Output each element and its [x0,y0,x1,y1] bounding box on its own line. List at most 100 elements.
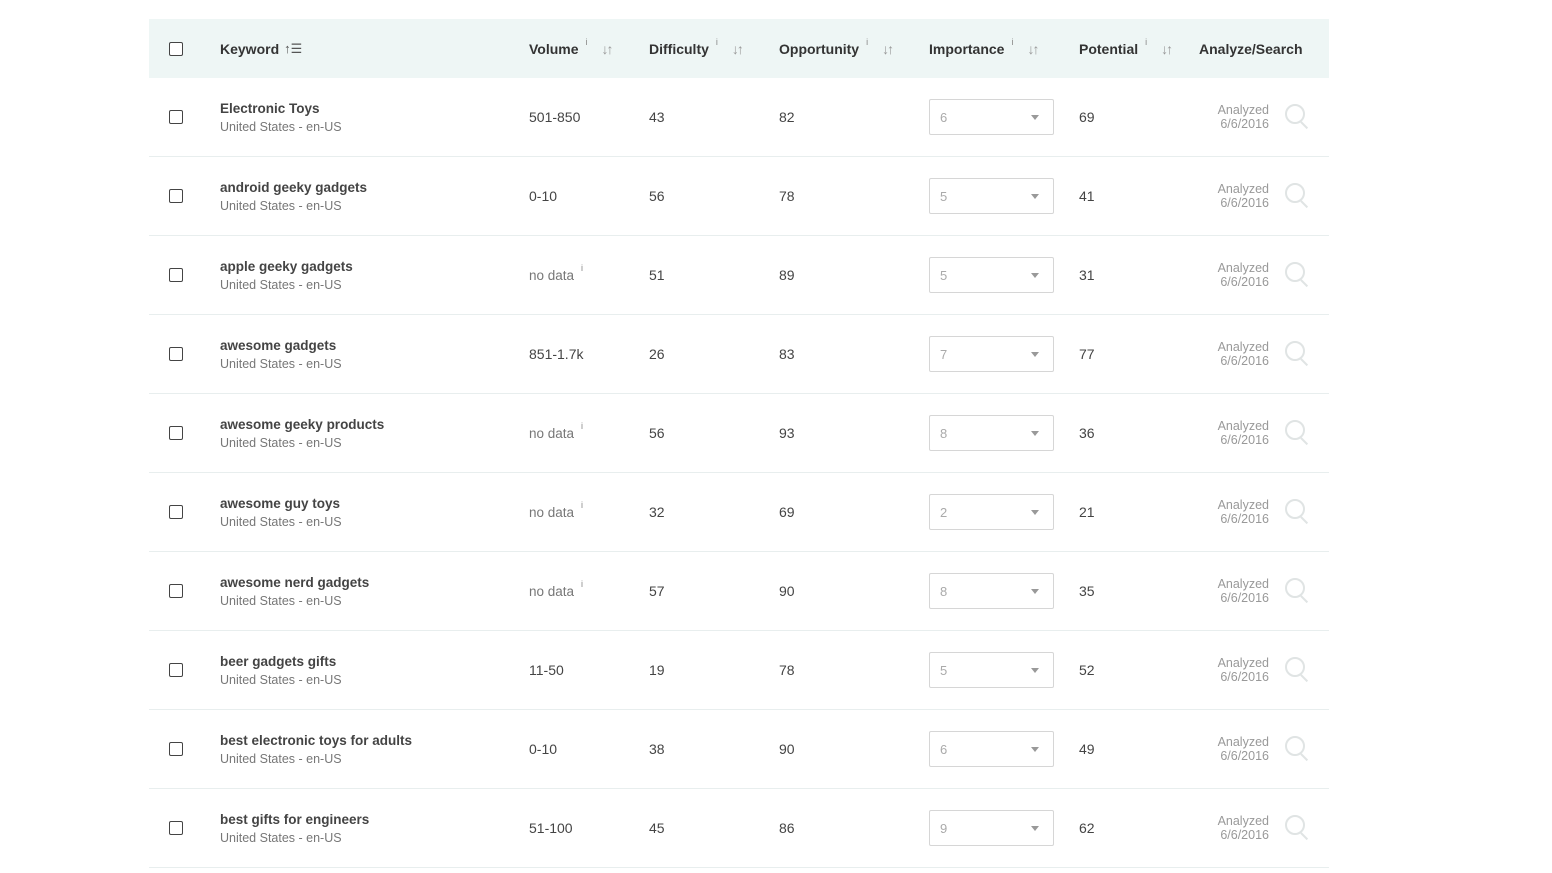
difficulty-cell: 56 [649,394,665,472]
potential-value: 52 [1079,662,1095,678]
analyzed-label: Analyzed [1217,577,1269,591]
header-difficulty[interactable]: Difficulty i ↓↑ [649,19,744,78]
search-icon[interactable] [1285,657,1311,683]
keyword-name[interactable]: awesome guy toys [220,496,342,511]
header-opportunity-label: Opportunity [779,40,860,57]
table-row: Electronic Toys United States - en-US 50… [149,78,1329,157]
info-icon[interactable]: i [581,421,583,431]
search-icon[interactable] [1285,341,1311,367]
row-checkbox[interactable] [169,663,183,677]
header-keyword[interactable]: Keyword ↑☰ [220,19,302,78]
volume-cell: no data i [529,552,583,630]
table-row: awesome nerd gadgets United States - en-… [149,552,1329,631]
header-potential[interactable]: Potential i ↓↑ [1079,19,1173,78]
row-checkbox[interactable] [169,347,183,361]
search-icon[interactable] [1285,262,1311,288]
header-difficulty-label: Difficulty [649,40,709,57]
sort-icon[interactable]: ↓↑ [1161,41,1173,57]
chevron-down-icon [1031,746,1039,752]
analyze-cell: Analyzed 6/6/2016 [1199,236,1329,314]
search-icon[interactable] [1285,104,1311,130]
search-icon[interactable] [1285,736,1311,762]
analyzed-date: 6/6/2016 [1220,512,1269,526]
keyword-name[interactable]: Electronic Toys [220,101,342,116]
row-checkbox[interactable] [169,268,183,282]
chevron-down-icon [1031,272,1039,278]
row-checkbox[interactable] [169,742,183,756]
importance-select[interactable]: 6 [929,99,1054,135]
importance-select[interactable]: 6 [929,731,1054,767]
volume-cell: 851-1.7k [529,315,583,393]
row-checkbox[interactable] [169,584,183,598]
importance-select[interactable]: 9 [929,810,1054,846]
keyword-name[interactable]: apple geeky gadgets [220,259,353,274]
row-checkbox[interactable] [169,189,183,203]
info-icon[interactable]: i [866,37,868,47]
header-importance[interactable]: Importance i ↓↑ [929,19,1039,78]
potential-value: 35 [1079,583,1095,599]
sort-icon[interactable]: ↓↑ [602,41,614,57]
importance-select[interactable]: 8 [929,415,1054,451]
importance-select[interactable]: 5 [929,652,1054,688]
keyword-cell: awesome gadgets United States - en-US [220,315,342,393]
chevron-down-icon [1031,509,1039,515]
select-all-checkbox[interactable] [169,41,183,56]
header-volume-label: Volume [529,40,579,57]
info-icon[interactable]: i [1145,37,1147,47]
info-icon[interactable]: i [581,263,583,273]
importance-value: 8 [940,425,948,441]
sort-ascending-icon[interactable]: ↑☰ [284,41,302,57]
row-checkbox[interactable] [169,821,183,835]
info-icon[interactable]: i [581,579,583,589]
search-icon[interactable] [1285,420,1311,446]
analyzed-status: Analyzed 6/6/2016 [1199,656,1269,684]
info-icon[interactable]: i [581,500,583,510]
sort-icon[interactable]: ↓↑ [882,41,894,57]
keyword-name[interactable]: awesome nerd gadgets [220,575,369,590]
sort-icon[interactable]: ↓↑ [732,41,744,57]
info-icon[interactable]: i [716,37,718,47]
keyword-name[interactable]: beer gadgets gifts [220,654,342,669]
search-icon[interactable] [1285,183,1311,209]
keyword-cell: Electronic Toys United States - en-US [220,78,342,156]
header-opportunity[interactable]: Opportunity i ↓↑ [779,19,894,78]
info-icon[interactable]: i [1011,37,1013,47]
header-volume[interactable]: Volume i ↓↑ [529,19,614,78]
importance-value: 6 [940,741,948,757]
importance-select[interactable]: 2 [929,494,1054,530]
keyword-name[interactable]: android geeky gadgets [220,180,367,195]
row-checkbox[interactable] [169,505,183,519]
keyword-cell: beer gadgets gifts United States - en-US [220,631,342,709]
table-header: Keyword ↑☰ Volume i ↓↑ Difficulty i ↓↑ O… [149,19,1329,78]
opportunity-cell: 90 [779,552,795,630]
info-icon[interactable]: i [586,37,588,47]
importance-select[interactable]: 8 [929,573,1054,609]
row-checkbox[interactable] [169,426,183,440]
keyword-locale: United States - en-US [220,593,342,608]
difficulty-cell: 19 [649,631,665,709]
potential-cell: 49 [1079,710,1095,788]
volume-cell: 51-100 [529,789,573,867]
table-row: awesome guy toys United States - en-US n… [149,473,1329,552]
search-icon[interactable] [1285,578,1311,604]
row-checkbox[interactable] [169,110,183,124]
row-checkbox-cell [169,78,183,156]
importance-cell: 5 [929,236,1054,314]
keyword-name[interactable]: awesome geeky products [220,417,384,432]
volume-value: 0-10 [529,188,558,204]
volume-value: 851-1.7k [529,346,584,362]
importance-cell: 8 [929,394,1054,472]
importance-select[interactable]: 5 [929,257,1054,293]
analyzed-date: 6/6/2016 [1220,749,1269,763]
importance-select[interactable]: 5 [929,178,1054,214]
keyword-name[interactable]: best gifts for engineers [220,812,369,827]
keyword-name[interactable]: awesome gadgets [220,338,342,353]
importance-select[interactable]: 7 [929,336,1054,372]
difficulty-cell: 57 [649,552,665,630]
search-icon[interactable] [1285,815,1311,841]
analyzed-label: Analyzed [1217,656,1269,670]
search-icon[interactable] [1285,499,1311,525]
sort-icon[interactable]: ↓↑ [1027,41,1039,57]
volume-value: no data [529,267,575,283]
keyword-name[interactable]: best electronic toys for adults [220,733,412,748]
